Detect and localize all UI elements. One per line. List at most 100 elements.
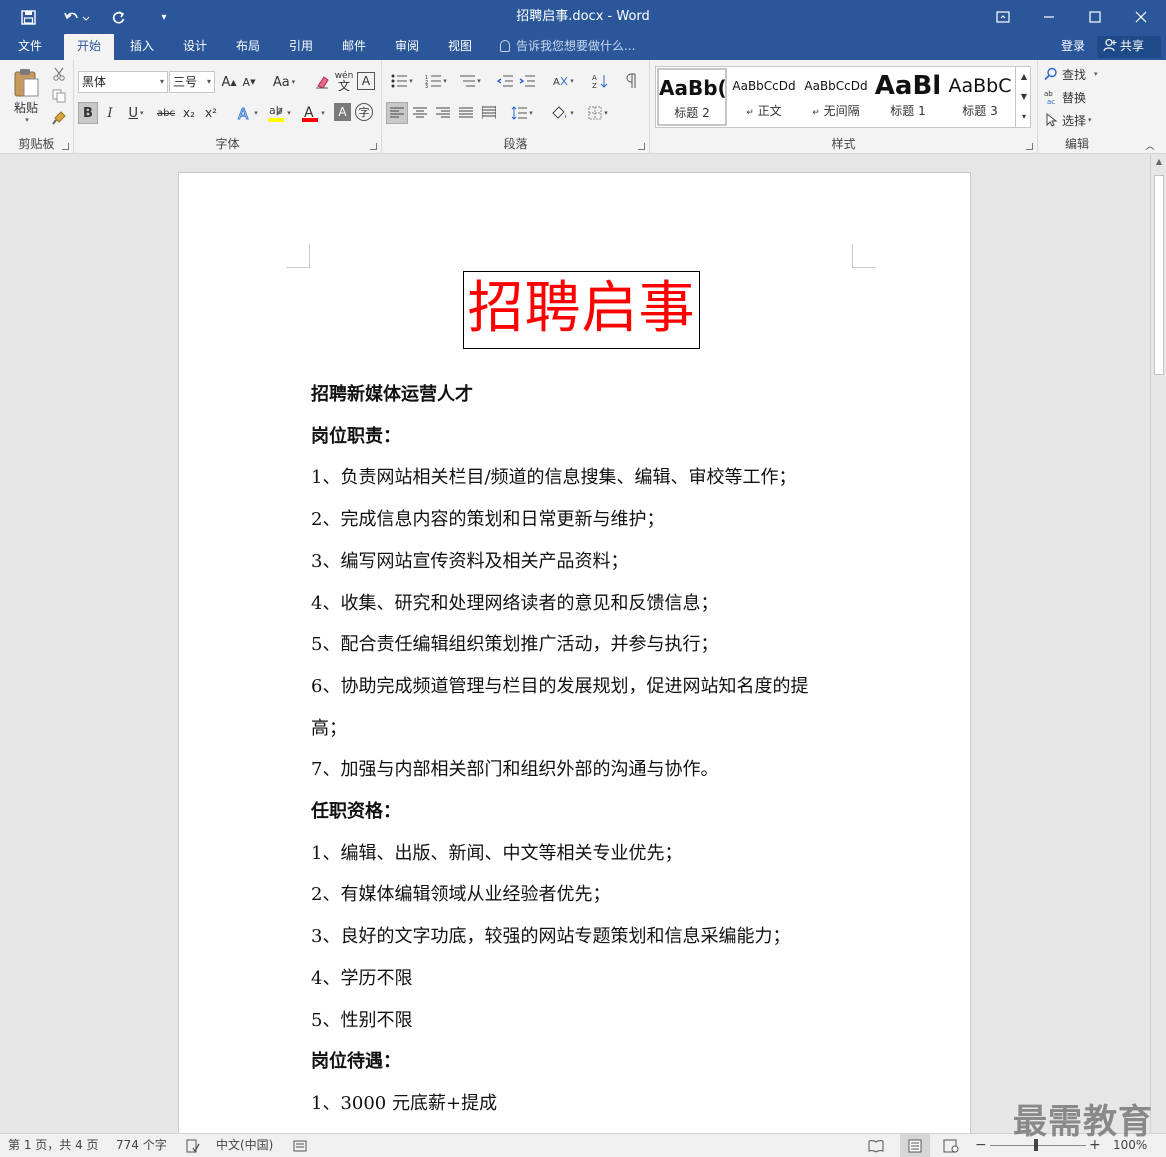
- line-spacing-button[interactable]: ▾: [506, 102, 538, 124]
- tab-home[interactable]: 开始: [64, 34, 114, 60]
- format-painter-icon[interactable]: [50, 108, 68, 128]
- tab-file[interactable]: 文件: [6, 34, 54, 60]
- document-paragraph[interactable]: 2、完成信息内容的策划和日常更新与维护；: [311, 505, 664, 531]
- tab-insert[interactable]: 插入: [118, 34, 166, 60]
- style-heading-2[interactable]: AaBb( 标题 2: [657, 68, 727, 126]
- tab-layout[interactable]: 布局: [224, 34, 272, 60]
- document-paragraph[interactable]: 5、性别不限: [311, 1006, 412, 1032]
- show-formatting-marks-icon[interactable]: [622, 70, 642, 92]
- tab-review[interactable]: 审阅: [383, 34, 431, 60]
- highlight-color-button[interactable]: ab ▾: [264, 100, 294, 126]
- maximize-icon[interactable]: [1072, 0, 1118, 34]
- distributed-icon[interactable]: [478, 102, 500, 124]
- ribbon-display-options-icon[interactable]: [980, 0, 1026, 34]
- bullets-button[interactable]: ▾: [386, 70, 418, 92]
- gallery-more-icon[interactable]: ▾: [1016, 106, 1032, 126]
- document-paragraph[interactable]: 1、编辑、出版、新闻、中文等相关专业优先；: [311, 839, 682, 865]
- font-size-combo[interactable]: 三号 ▾: [169, 71, 215, 93]
- document-paragraph[interactable]: 7、加强与内部相关部门和组织外部的沟通与协作。: [311, 755, 718, 781]
- macro-recording-icon[interactable]: [293, 1134, 307, 1157]
- print-layout-icon[interactable]: [900, 1134, 930, 1157]
- document-paragraph[interactable]: 5、配合责任编辑组织策划推广活动，并参与执行；: [311, 630, 718, 656]
- italic-button[interactable]: I: [100, 102, 120, 124]
- document-paragraph[interactable]: 4、收集、研究和处理网络读者的意见和反馈信息；: [311, 589, 718, 615]
- multilevel-list-button[interactable]: ▾: [454, 70, 486, 92]
- document-paragraph[interactable]: 4、学历不限: [311, 964, 412, 990]
- read-mode-icon[interactable]: [868, 1134, 884, 1157]
- select-button[interactable]: 选择 ▾: [1044, 110, 1112, 130]
- shrink-font-icon[interactable]: A ▼: [240, 71, 258, 93]
- align-left-icon[interactable]: [386, 102, 408, 124]
- tab-design[interactable]: 设计: [171, 34, 219, 60]
- collapse-ribbon-icon[interactable]: ︿: [1142, 138, 1158, 152]
- strikethrough-button[interactable]: abc: [154, 102, 178, 124]
- increase-indent-icon[interactable]: [516, 70, 538, 92]
- minimize-icon[interactable]: [1026, 0, 1072, 34]
- enclose-characters-icon[interactable]: 字: [355, 103, 373, 121]
- clear-formatting-icon[interactable]: [312, 71, 332, 93]
- word-count[interactable]: 774 个字: [116, 1134, 167, 1157]
- document-paragraph[interactable]: 3、良好的文字功底，较强的网站专题策划和信息采编能力；: [311, 922, 790, 948]
- document-heading[interactable]: 岗位职责：: [311, 422, 401, 448]
- copy-icon[interactable]: [50, 86, 68, 106]
- document-title[interactable]: 招聘启事: [463, 271, 700, 349]
- styles-launcher-icon[interactable]: [1026, 143, 1033, 150]
- cut-icon[interactable]: [50, 64, 68, 84]
- phonetic-guide-button[interactable]: wén 文: [334, 69, 354, 93]
- document-heading[interactable]: 任职资格：: [311, 797, 401, 823]
- scroll-up-icon[interactable]: ▲: [1151, 157, 1166, 171]
- document-page[interactable]: 招聘启事 招聘新媒体运营人才 岗位职责： 1、负责网站相关栏目/频道的信息搜集、编辑…: [178, 172, 971, 1133]
- zoom-out-icon[interactable]: −: [975, 1134, 987, 1157]
- paragraph-launcher-icon[interactable]: [638, 143, 645, 150]
- document-paragraph[interactable]: 高；: [311, 714, 347, 740]
- text-effects-button[interactable]: A ▾: [232, 102, 262, 124]
- font-launcher-icon[interactable]: [370, 143, 377, 150]
- tab-mailings[interactable]: 邮件: [330, 34, 378, 60]
- page-count[interactable]: 第 1 页，共 4 页: [8, 1134, 99, 1157]
- scroll-thumb[interactable]: [1154, 175, 1164, 375]
- clipboard-launcher-icon[interactable]: [62, 143, 69, 150]
- grow-font-icon[interactable]: A ▲: [220, 71, 238, 93]
- language-indicator[interactable]: 中文(中国): [216, 1134, 273, 1157]
- share-button[interactable]: 共享: [1097, 36, 1161, 58]
- font-name-combo[interactable]: 黑体 ▾: [78, 71, 168, 93]
- character-shading-icon[interactable]: A: [334, 103, 351, 121]
- close-icon[interactable]: [1118, 0, 1164, 34]
- document-paragraph[interactable]: 3、编写网站宣传资料及相关产品资料；: [311, 547, 628, 573]
- gallery-up-icon[interactable]: ▲: [1016, 66, 1032, 86]
- replace-button[interactable]: ab ac 替换: [1044, 87, 1112, 107]
- style-normal[interactable]: AaBbCcDd ↵ 正文: [729, 68, 799, 126]
- style-no-spacing[interactable]: AaBbCcDd ↵ 无间隔: [801, 68, 871, 126]
- document-heading[interactable]: 招聘新媒体运营人才: [311, 380, 473, 406]
- style-heading-3[interactable]: AaBbC 标题 3: [945, 68, 1015, 126]
- numbering-button[interactable]: 1 2 3 ▾: [420, 70, 452, 92]
- tab-view[interactable]: 视图: [436, 34, 484, 60]
- decrease-indent-icon[interactable]: [494, 70, 516, 92]
- sort-icon[interactable]: AZ: [590, 70, 610, 92]
- subscript-button[interactable]: x₂: [179, 102, 199, 124]
- underline-button[interactable]: U ▾: [122, 102, 150, 124]
- borders-button[interactable]: ▾: [582, 102, 614, 124]
- document-paragraph[interactable]: 6、协助完成频道管理与栏目的发展规划，促进网站知名度的提: [311, 672, 808, 698]
- style-heading-1[interactable]: AaBl 标题 1: [873, 68, 943, 126]
- tab-references[interactable]: 引用: [277, 34, 325, 60]
- find-button[interactable]: 查找 ▾: [1044, 64, 1112, 84]
- character-border-icon[interactable]: A: [357, 72, 375, 90]
- align-center-icon[interactable]: [409, 102, 431, 124]
- gallery-down-icon[interactable]: ▼: [1016, 86, 1032, 106]
- justify-icon[interactable]: [455, 102, 477, 124]
- sign-in-link[interactable]: 登录: [1061, 34, 1085, 60]
- shading-button[interactable]: ▾: [546, 102, 578, 124]
- paste-button[interactable]: 粘贴 ▾: [6, 64, 46, 126]
- bold-button[interactable]: B: [78, 102, 98, 124]
- align-right-icon[interactable]: [432, 102, 454, 124]
- superscript-button[interactable]: x²: [201, 102, 221, 124]
- font-color-button[interactable]: A ▾: [298, 100, 328, 126]
- document-paragraph[interactable]: 1、3000 元底薪+提成: [311, 1089, 497, 1115]
- web-layout-icon[interactable]: [943, 1134, 959, 1157]
- change-case-button[interactable]: Aa ▾: [269, 71, 299, 93]
- document-paragraph[interactable]: 2、有媒体编辑领域从业经验者优先；: [311, 880, 610, 906]
- tell-me-box[interactable]: 告诉我您想要做什么...: [500, 34, 635, 60]
- chinese-layout-button[interactable]: A ▾: [548, 70, 578, 92]
- vertical-scrollbar[interactable]: ▲: [1150, 155, 1166, 1133]
